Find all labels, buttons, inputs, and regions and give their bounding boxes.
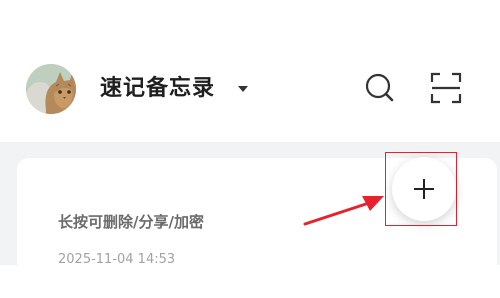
add-note-button[interactable] bbox=[392, 157, 456, 221]
plus-icon bbox=[414, 179, 434, 199]
search-button[interactable] bbox=[362, 70, 398, 106]
note-text: 长按可删除/分享/加密 bbox=[58, 213, 204, 231]
app-header: 速记备忘录 bbox=[0, 0, 500, 142]
avatar[interactable] bbox=[26, 64, 76, 114]
caret-down-icon[interactable] bbox=[238, 86, 248, 92]
page-title[interactable]: 速记备忘录 bbox=[100, 73, 215, 105]
search-icon bbox=[365, 73, 394, 102]
cat-avatar-icon bbox=[26, 64, 76, 114]
note-date: 2025-11-04 14:53 bbox=[58, 252, 176, 267]
scan-icon bbox=[430, 72, 462, 104]
scan-button[interactable] bbox=[428, 70, 464, 106]
